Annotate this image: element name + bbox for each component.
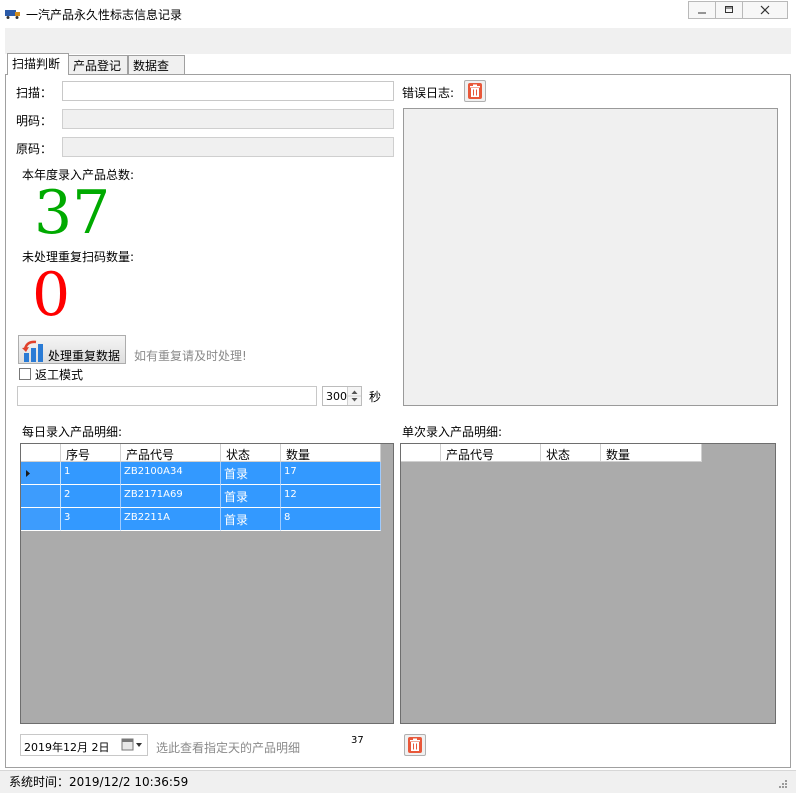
table-cell[interactable]: 12 (281, 485, 381, 508)
app-truck-icon (5, 8, 21, 19)
trash-icon (468, 83, 482, 99)
date-picker[interactable]: 2019年12月 2日 (20, 734, 148, 756)
stepper-arrows[interactable] (347, 387, 361, 405)
row-header[interactable] (21, 485, 61, 508)
rework-checkbox[interactable] (19, 368, 31, 380)
table-cell[interactable]: 首录 (221, 485, 281, 508)
plain-code-label: 明码： (16, 114, 53, 128)
column-header[interactable]: 产品代号 (121, 444, 221, 462)
maximize-icon (725, 6, 733, 13)
system-time: 系统时间：2019/12/2 10:36:59 (9, 775, 189, 789)
tab-register[interactable]: 产品登记 (68, 55, 128, 74)
table-cell[interactable]: 1 (61, 462, 121, 485)
scan-label: 扫描： (16, 86, 53, 100)
calendar-dropdown-icon[interactable] (121, 738, 145, 755)
single-grid-title: 单次录入产品明细: (402, 425, 503, 439)
table-cell[interactable]: 首录 (221, 508, 281, 531)
seconds-stepper[interactable]: 300 (322, 386, 362, 406)
daily-grid-title: 每日录入产品明细: (22, 425, 123, 439)
error-log-label: 错误日志: (402, 86, 455, 100)
table-cell[interactable]: ZB2211A (121, 508, 221, 531)
seconds-unit: 秒 (369, 390, 382, 404)
table-cell[interactable]: ZB2100A34 (121, 462, 221, 485)
year-total-value: 37 (34, 178, 111, 248)
column-header[interactable]: 状态 (541, 444, 601, 462)
table-cell[interactable]: 3 (61, 508, 121, 531)
daily-grid[interactable]: 序号 产品代号 状态 数量 1 ZB2100A34 首录 17 2 ZB2171… (20, 443, 394, 724)
grid-corner-header (21, 444, 61, 462)
table-cell[interactable]: 8 (281, 508, 381, 531)
process-button-label: 处理重复数据 (48, 349, 121, 363)
single-grid[interactable]: 产品代号 状态 数量 (400, 443, 776, 724)
date-hint: 选此查看指定天的产品明细 (156, 741, 301, 755)
stepper-arrow-icon (348, 390, 361, 402)
date-value: 2019年12月 2日 (24, 741, 110, 754)
scan-input[interactable] (62, 81, 394, 101)
raw-code-label: 原码： (16, 142, 53, 156)
row-header[interactable] (21, 462, 61, 485)
tab-query[interactable]: 数据查询 (128, 55, 185, 90)
plain-code-field[interactable] (62, 109, 394, 129)
count-value: 37 (351, 735, 364, 746)
interval-text-field[interactable] (17, 386, 317, 406)
grid-corner-header (401, 444, 441, 462)
clear-single-button[interactable] (404, 734, 426, 756)
minimize-button[interactable] (688, 1, 716, 19)
current-row-arrow-icon (26, 470, 30, 477)
chart-refresh-icon (21, 339, 49, 366)
process-hint: 如有重复请及时处理! (134, 349, 247, 363)
column-header[interactable]: 数量 (601, 444, 702, 462)
process-duplicates-button[interactable]: 处理重复数据 (18, 335, 126, 364)
rework-label: 返工模式 (35, 368, 84, 382)
minimize-icon (698, 12, 706, 14)
tab-scan[interactable]: 扫描判断 (7, 53, 69, 75)
table-cell[interactable]: 首录 (221, 462, 281, 485)
resize-grip-icon[interactable] (777, 778, 789, 793)
menu-strip (5, 28, 791, 54)
table-cell[interactable]: 2 (61, 485, 121, 508)
close-icon (760, 5, 770, 15)
maximize-button[interactable] (715, 1, 743, 19)
raw-code-field[interactable] (62, 137, 394, 157)
table-cell[interactable]: ZB2171A69 (121, 485, 221, 508)
column-header[interactable]: 产品代号 (441, 444, 541, 462)
clear-log-button[interactable] (464, 80, 486, 102)
column-header[interactable]: 数量 (281, 444, 381, 462)
row-header[interactable] (21, 508, 61, 531)
column-header[interactable]: 序号 (61, 444, 121, 462)
column-header[interactable]: 状态 (221, 444, 281, 462)
error-log-box[interactable] (403, 108, 778, 406)
duplicate-count-value: 0 (32, 260, 71, 330)
table-cell[interactable]: 17 (281, 462, 381, 485)
window-title: 一汽产品永久性标志信息记录 (26, 8, 183, 22)
seconds-value: 300 (326, 390, 347, 403)
trash-icon (408, 737, 422, 753)
close-button[interactable] (742, 1, 788, 19)
